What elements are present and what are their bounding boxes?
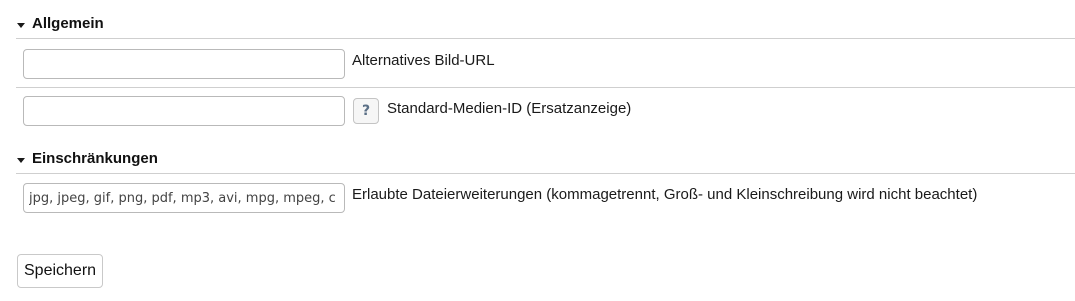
- default-media-id-input[interactable]: [23, 96, 345, 126]
- form-row-default-media-id: ? Standard-Medien-ID (Ersatzanzeige): [16, 88, 1075, 138]
- alt-image-url-input[interactable]: [23, 49, 345, 79]
- save-button[interactable]: Speichern: [17, 254, 104, 288]
- caret-down-icon[interactable]: [17, 158, 25, 163]
- section-header-restrictions[interactable]: Einschränkungen: [16, 150, 1075, 174]
- form-row-allowed-extensions: Erlaubte Dateierweiterungen (kommagetren…: [16, 175, 1075, 223]
- allowed-extensions-input[interactable]: [23, 183, 345, 213]
- form-row-alt-image-url: Alternatives Bild-URL: [16, 40, 1075, 88]
- section-title-general: Allgemein: [32, 15, 104, 32]
- section-title-restrictions: Einschränkungen: [32, 150, 158, 167]
- allowed-extensions-label: Erlaubte Dateierweiterungen (kommagetren…: [352, 186, 978, 203]
- alt-image-url-label: Alternatives Bild-URL: [352, 52, 495, 69]
- caret-down-icon[interactable]: [17, 23, 25, 28]
- help-question-icon[interactable]: ?: [353, 98, 379, 124]
- section-header-general[interactable]: Allgemein: [16, 15, 1075, 39]
- default-media-id-label: Standard-Medien-ID (Ersatzanzeige): [387, 100, 632, 117]
